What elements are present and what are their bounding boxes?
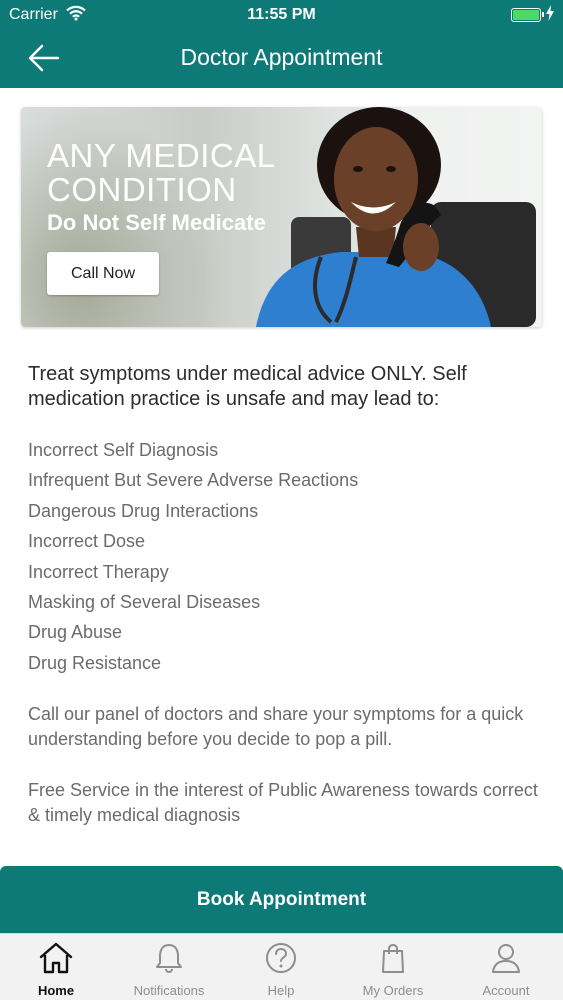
app-header: Carrier 11:55 PM Doctor Appointment	[0, 0, 563, 88]
tab-notifications[interactable]: Notifications	[113, 934, 225, 1001]
tab-bar: Home Notifications Help My Orders Accoun…	[0, 933, 563, 1000]
nav-bar: Doctor Appointment	[0, 30, 563, 88]
list-item: Masking of Several Diseases	[28, 591, 261, 612]
tab-account[interactable]: Account	[450, 934, 562, 1001]
user-icon	[492, 944, 520, 973]
tab-label: My Orders	[362, 983, 424, 998]
tab-home[interactable]: Home	[0, 934, 112, 1001]
list-item: Incorrect Dose	[28, 531, 146, 552]
tab-label: Help	[267, 983, 295, 998]
tab-my-orders[interactable]: My Orders	[337, 934, 449, 1001]
tab-label: Account	[482, 983, 530, 998]
promo-banner: ANY MEDICAL CONDITION Do Not Self Medica…	[21, 107, 542, 327]
list-item: Drug Abuse	[28, 622, 123, 643]
battery-nub	[542, 12, 544, 17]
tab-help[interactable]: Help	[225, 934, 337, 1001]
list-item: Incorrect Self Diagnosis	[28, 440, 219, 460]
banner-headline-2: CONDITION	[47, 171, 237, 208]
status-bar: Carrier 11:55 PM	[0, 0, 563, 30]
status-time: 11:55 PM	[247, 6, 316, 23]
info-paragraph-doctors: Call our panel of doctors and share your…	[28, 704, 524, 749]
call-now-button[interactable]: Call Now	[47, 252, 159, 295]
battery-level	[513, 10, 539, 20]
question-icon	[266, 943, 296, 973]
tab-label: Home	[37, 983, 75, 998]
banner-tagline: Do Not Self Medicate	[47, 210, 266, 235]
list-item: Dangerous Drug Interactions	[28, 500, 259, 521]
charging-bolt-icon	[546, 5, 554, 26]
list-item: Infrequent But Severe Adverse Reactions	[28, 470, 359, 491]
book-appointment-button[interactable]: Book Appointment	[0, 866, 563, 933]
risk-list: Incorrect Self Diagnosis Infrequent But …	[28, 437, 358, 680]
battery-icon	[511, 8, 544, 22]
shopping-bag-icon	[382, 943, 404, 973]
tab-label: Notifications	[133, 983, 205, 998]
bell-icon	[156, 944, 182, 973]
lead-text: Treat symptoms under medical advice ONLY…	[28, 363, 467, 410]
info-paragraph-free-service: Free Service in the interest of Public A…	[28, 780, 538, 825]
home-icon	[39, 942, 73, 974]
list-item: Drug Resistance	[28, 652, 162, 673]
page-title: Doctor Appointment	[180, 44, 383, 70]
list-item: Incorrect Therapy	[28, 561, 169, 582]
banner-headline-1: ANY MEDICAL	[47, 137, 276, 174]
